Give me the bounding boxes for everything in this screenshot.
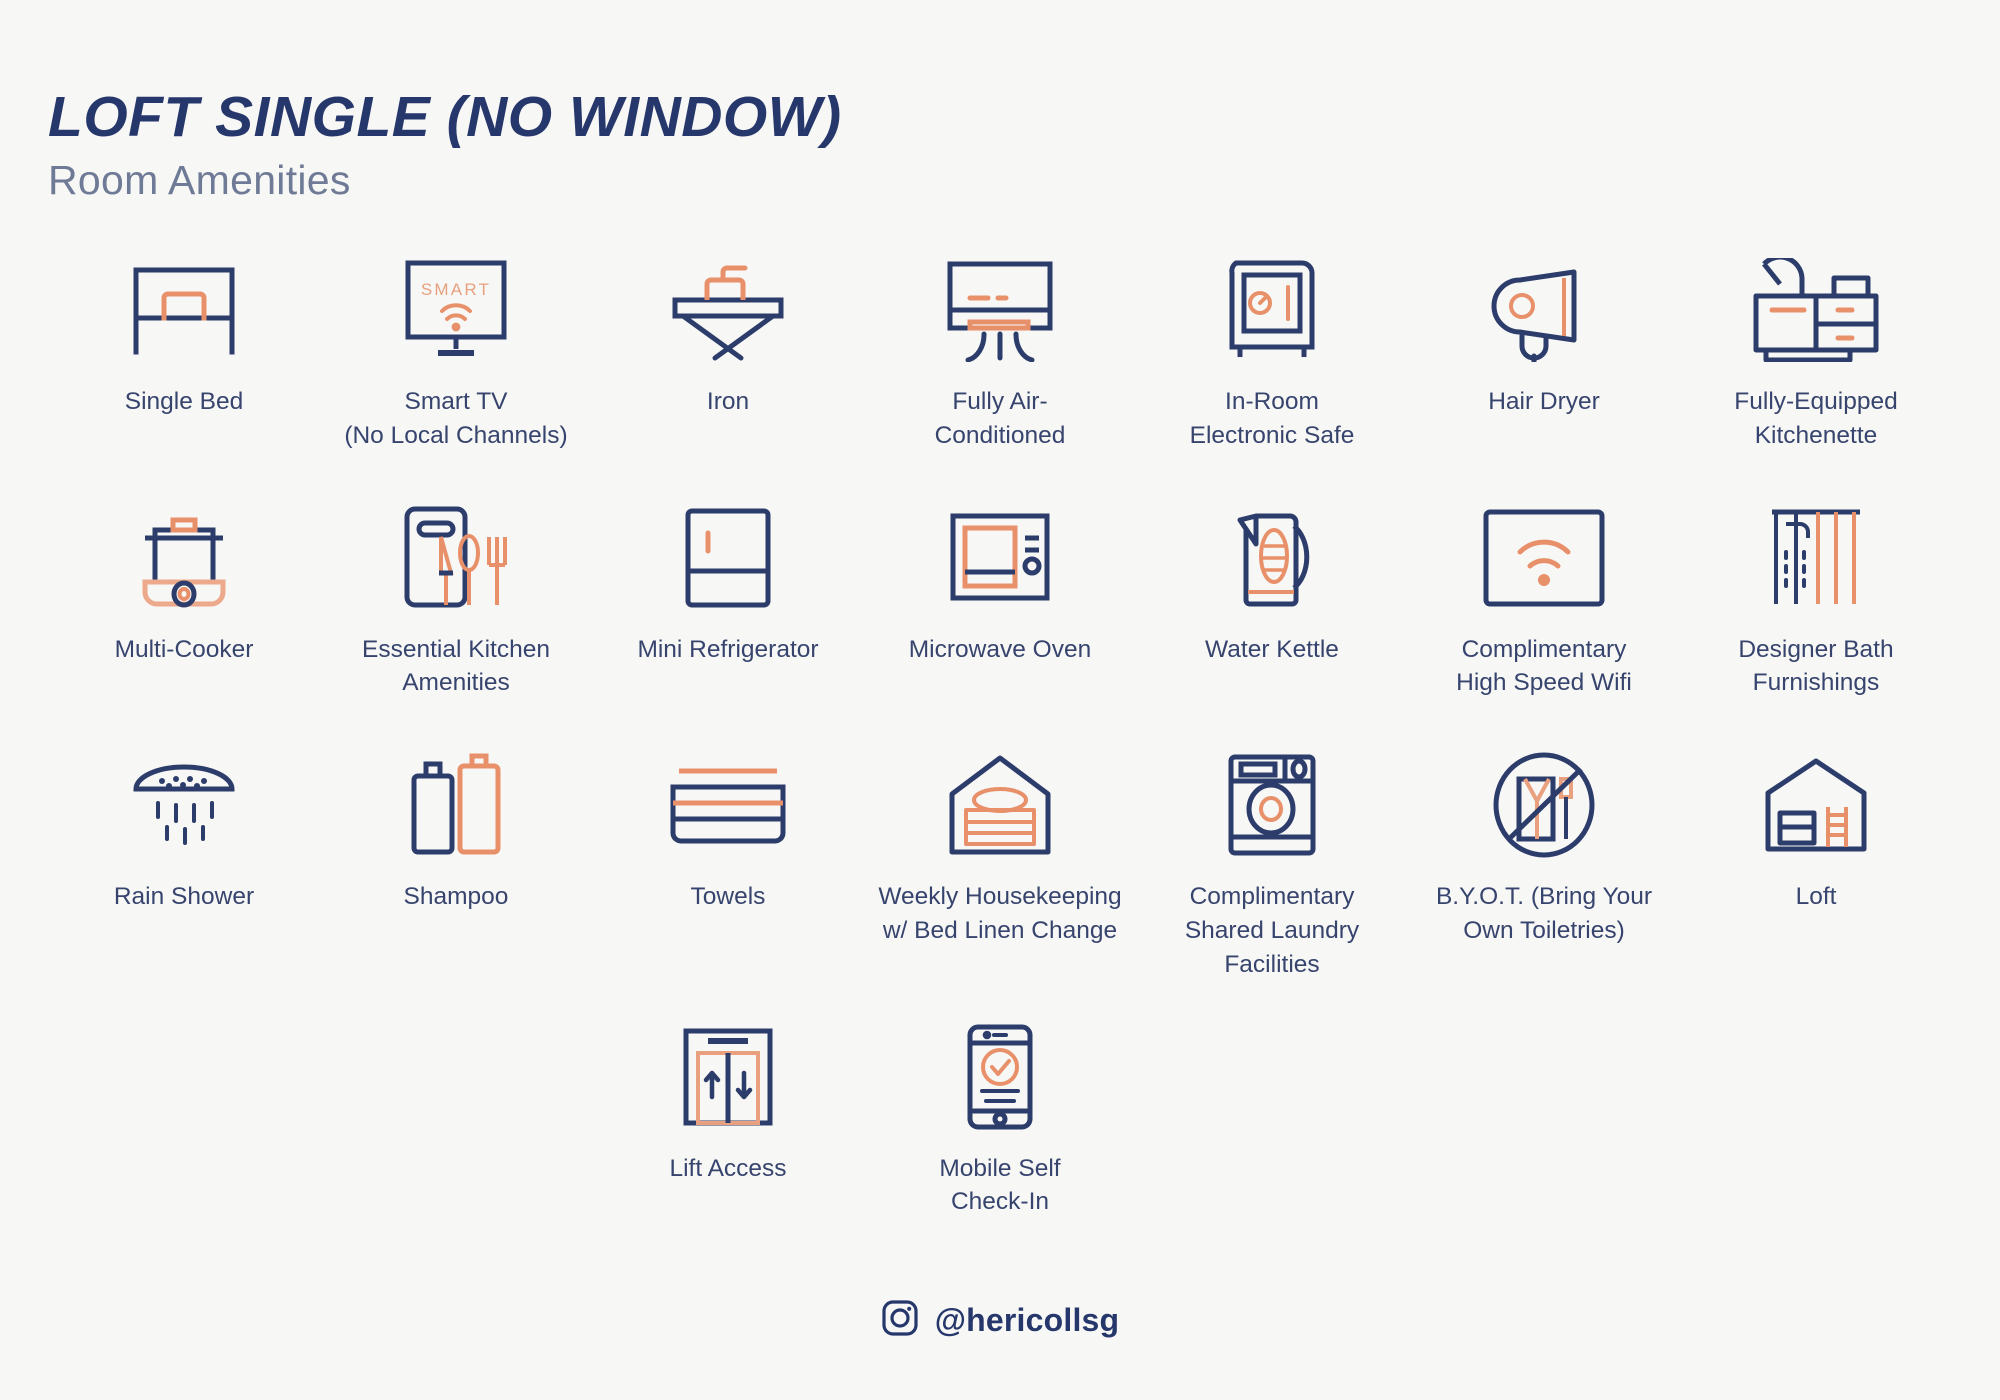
hair-dryer-icon [1484, 251, 1604, 369]
kitchenette-icon [1750, 251, 1882, 369]
water-kettle-icon [1222, 499, 1322, 617]
lift-access-icon [678, 1018, 778, 1136]
footer: @hericollsg [0, 1299, 2000, 1342]
amenity-label: Mini Refrigerator [637, 635, 819, 663]
amenity-item: Essential Kitchen Amenities [320, 499, 592, 701]
mobile-check-in-icon [960, 1018, 1040, 1136]
amenity-item: Multi-Cooker [48, 499, 320, 701]
amenity-label: Smart TV (No Local Channels) [344, 388, 568, 449]
amenities-grid-row-2: Multi-Cooker Essential Kitchen Amenities [48, 499, 1952, 701]
electronic-safe-icon [1222, 251, 1322, 369]
amenity-label: Weekly Housekeeping w/ Bed Linen Change [878, 883, 1122, 944]
amenity-item: Fully-Equipped Kitchenette [1680, 251, 1952, 453]
amenity-label: Rain Shower [113, 883, 255, 911]
amenity-label: Lift Access [669, 1154, 787, 1182]
amenity-item: Mini Refrigerator [592, 499, 864, 701]
iron-icon [669, 251, 787, 369]
amenity-label: Iron [706, 388, 750, 416]
amenity-label: In-Room Electronic Safe [1189, 388, 1355, 449]
shampoo-bottles-icon [406, 746, 506, 864]
amenity-item: Shampoo [320, 746, 592, 981]
towels-icon [667, 746, 789, 864]
grid-spacer [1408, 1018, 1680, 1220]
amenity-label: Microwave Oven [908, 635, 1092, 663]
page-title: LOFT SINGLE (NO WINDOW) [48, 85, 842, 149]
amenity-label: Fully Air- Conditioned [934, 388, 1066, 449]
amenity-item: Designer Bath Furnishings [1680, 499, 1952, 701]
amenity-item: Microwave Oven [864, 499, 1136, 701]
single-bed-icon [128, 251, 240, 369]
multi-cooker-icon [131, 499, 237, 617]
amenities-grid-row-4: Lift Access Mobile Self Check-In [48, 1018, 1952, 1220]
no-toiletries-icon [1489, 746, 1599, 864]
amenity-item: Mobile Self Check-In [864, 1018, 1136, 1220]
grid-spacer [1136, 1018, 1408, 1220]
amenity-label: Fully-Equipped Kitchenette [1734, 388, 1898, 449]
instagram-handle[interactable]: @hericollsg [935, 1302, 1120, 1339]
air-conditioner-icon [940, 251, 1060, 369]
amenity-label: Shampoo [403, 883, 509, 911]
instagram-icon[interactable] [881, 1299, 919, 1342]
amenity-label: Mobile Self Check-In [939, 1154, 1061, 1216]
wifi-icon [1480, 499, 1608, 617]
microwave-oven-icon [945, 499, 1055, 617]
amenity-item: SMART Smart TV (No Local Channels) [320, 251, 592, 453]
amenity-item: Fully Air- Conditioned [864, 251, 1136, 453]
amenity-label: Complimentary High Speed Wifi [1456, 635, 1632, 697]
amenity-item: Water Kettle [1136, 499, 1408, 701]
amenities-page: LOFT SINGLE (NO WINDOW) Room Amenities S… [0, 0, 2000, 1400]
amenity-label: Towels [690, 883, 766, 911]
amenity-label: Hair Dryer [1488, 388, 1600, 416]
loft-icon [1760, 746, 1872, 864]
amenity-label: Essential Kitchen Amenities [362, 635, 550, 697]
washing-machine-icon [1223, 746, 1321, 864]
amenity-item: Weekly Housekeeping w/ Bed Linen Change [864, 746, 1136, 981]
amenity-item: Lift Access [592, 1018, 864, 1220]
amenity-item: Single Bed [48, 251, 320, 453]
kitchen-utensils-icon [397, 499, 515, 617]
amenity-label: Designer Bath Furnishings [1738, 635, 1894, 697]
rain-shower-icon [128, 746, 240, 864]
amenity-label: Loft [1795, 883, 1837, 911]
amenity-item: Hair Dryer [1408, 251, 1680, 453]
grid-spacer [48, 1018, 320, 1220]
housekeeping-linen-icon [944, 746, 1056, 864]
smart-tv-icon: SMART [396, 251, 516, 369]
amenity-label: B.Y.O.T. (Bring Your Own Toiletries) [1435, 883, 1653, 944]
amenity-label: Complimentary Shared Laundry Facilities [1184, 883, 1360, 978]
amenity-item: Complimentary Shared Laundry Facilities [1136, 746, 1408, 981]
amenities-grid-row-1: Single Bed SMART Smart TV (No Local Chan… [48, 251, 1952, 453]
page-subtitle: Room Amenities [48, 156, 351, 203]
amenities-grid-row-3: Rain Shower Shampoo Towels Weekly Housek… [48, 746, 1952, 981]
amenity-label: Water Kettle [1205, 635, 1339, 663]
amenity-label: Single Bed [124, 388, 244, 416]
amenity-item: Rain Shower [48, 746, 320, 981]
amenity-item: Iron [592, 251, 864, 453]
amenity-item: Loft [1680, 746, 1952, 981]
amenity-label: Multi-Cooker [114, 635, 254, 663]
grid-spacer [1680, 1018, 1952, 1220]
mini-refrigerator-icon [680, 499, 776, 617]
amenity-item: In-Room Electronic Safe [1136, 251, 1408, 453]
amenity-item: Towels [592, 746, 864, 981]
amenity-item: B.Y.O.T. (Bring Your Own Toiletries) [1408, 746, 1680, 981]
grid-spacer [320, 1018, 592, 1220]
smart-tv-label: SMART [421, 280, 491, 299]
bath-furnishings-icon [1766, 499, 1866, 617]
amenity-item: Complimentary High Speed Wifi [1408, 499, 1680, 701]
